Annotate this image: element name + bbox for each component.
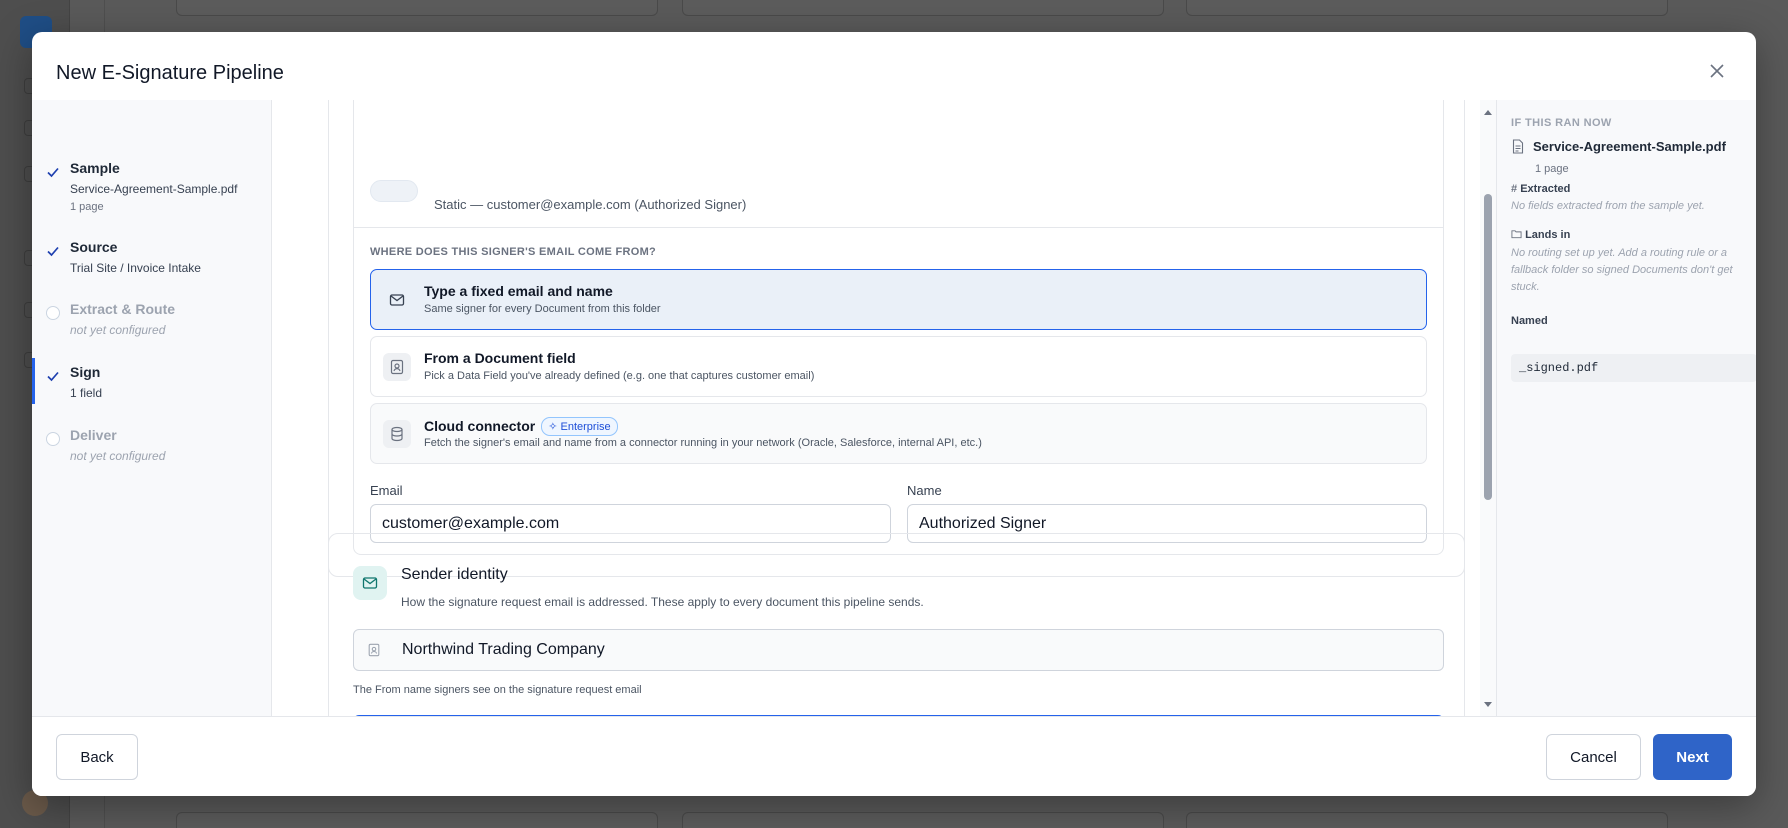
modal-footer: Back Cancel Next (32, 716, 1756, 796)
close-icon[interactable] (1708, 62, 1726, 80)
check-icon (47, 167, 59, 178)
step-name: Sample (70, 160, 120, 176)
extracted-section: # Extracted (1511, 183, 1570, 195)
option-title-text: Cloud connector (424, 418, 536, 434)
database-icon (383, 420, 411, 448)
mail-icon (353, 566, 387, 600)
step-extract-route[interactable]: Extract & Route not yet configured (32, 301, 272, 337)
step-sign[interactable]: Sign 1 field (32, 358, 272, 404)
step-name: Deliver (70, 427, 117, 443)
step-detail: not yet configured (70, 323, 166, 337)
background-card (176, 812, 658, 828)
option-title: Cloud connector ✧ Enterprise (424, 417, 618, 436)
step-deliver[interactable]: Deliver not yet configured (32, 427, 272, 463)
step-detail: Trial Site / Invoice Intake (70, 261, 201, 275)
check-icon (47, 371, 59, 382)
step-name: Sign (70, 364, 101, 380)
lands-in-label: Lands in (1525, 229, 1571, 241)
name-label: Name (907, 483, 942, 498)
preview-pages: 1 page (1535, 163, 1569, 175)
preview-heading: IF THIS RAN NOW (1511, 117, 1612, 129)
named-value: _signed.pdf (1511, 354, 1756, 382)
step-name: Source (70, 239, 118, 255)
step-detail: 1 field (70, 386, 103, 400)
from-name-input-box[interactable] (353, 629, 1444, 671)
contact-card-icon (383, 353, 411, 381)
lands-in-note: No routing set up yet. Add a routing rul… (1511, 247, 1733, 293)
step-source[interactable]: Source Trial Site / Invoice Intake (32, 239, 272, 275)
step-detail: Service-Agreement-Sample.pdf (70, 182, 238, 196)
folder-icon (1511, 230, 1522, 239)
background-card (1186, 0, 1668, 16)
option-cloud-connector[interactable]: Cloud connector ✧ Enterprise Fetch the si… (370, 403, 1427, 464)
preview-file: Service-Agreement-Sample.pdf (1511, 139, 1726, 154)
hash-icon: # (1511, 183, 1518, 195)
preview-file-name: Service-Agreement-Sample.pdf (1533, 139, 1726, 154)
back-button[interactable]: Back (56, 734, 138, 780)
email-label: Email (370, 483, 403, 498)
mail-icon (383, 286, 411, 314)
option-description: Same signer for every Document from this… (424, 303, 661, 315)
section-subtitle: How the signature request email is addre… (401, 595, 924, 609)
named-label: Named (1511, 315, 1548, 327)
main-content: Static — customer@example.com (Authorize… (273, 100, 1496, 716)
signer-panel: Static — customer@example.com (Authorize… (353, 100, 1444, 555)
option-title: Type a fixed email and name (424, 283, 613, 299)
option-document-field[interactable]: From a Document field Pick a Data Field … (370, 336, 1427, 397)
sparkle-icon: ✧ (548, 421, 558, 433)
step-detail: not yet configured (70, 449, 166, 463)
background-card (682, 812, 1164, 828)
wizard-steps: Sample Service-Agreement-Sample.pdf 1 pa… (32, 100, 272, 716)
pipeline-modal: New E-Signature Pipeline Sample Service-… (32, 32, 1756, 796)
option-description: Fetch the signer's email and name from a… (424, 437, 982, 449)
extracted-note: No fields extracted from the sample yet. (1511, 200, 1705, 212)
extracted-label: Extracted (1520, 183, 1571, 195)
vertical-scrollbar[interactable] (1480, 100, 1496, 716)
background-card (682, 0, 1164, 16)
option-title: From a Document field (424, 350, 576, 366)
option-description: Pick a Data Field you've already defined… (424, 370, 815, 382)
scroll-up-arrow-icon[interactable] (1484, 110, 1492, 115)
pending-circle-icon (46, 432, 60, 446)
sender-identity-card: Sender identity How the signature reques… (328, 533, 1465, 716)
step-name: Extract & Route (70, 301, 176, 317)
email-source-question: WHERE DOES THIS SIGNER'S EMAIL COME FROM… (370, 246, 657, 258)
scroll-down-arrow-icon[interactable] (1484, 702, 1492, 707)
scrollbar-thumb[interactable] (1484, 194, 1492, 500)
modal-header: New E-Signature Pipeline (32, 32, 1756, 100)
from-name-field[interactable] (402, 630, 1402, 670)
background-card (176, 0, 658, 16)
pending-circle-icon (46, 306, 60, 320)
lands-in-section: Lands in (1511, 229, 1570, 241)
check-icon (47, 246, 59, 257)
signer-static-summary: Static — customer@example.com (Authorize… (434, 197, 747, 212)
step-meta: 1 page (70, 201, 104, 213)
modal-title: New E-Signature Pipeline (56, 62, 284, 84)
file-icon (1512, 139, 1524, 154)
option-fixed-email[interactable]: Type a fixed email and name Same signer … (370, 269, 1427, 330)
badge-label: Enterprise (560, 421, 611, 433)
step-sample[interactable]: Sample Service-Agreement-Sample.pdf 1 pa… (32, 160, 272, 213)
cancel-button[interactable]: Cancel (1546, 734, 1641, 780)
preview-panel: IF THIS RAN NOW Service-Agreement-Sample… (1496, 100, 1756, 716)
section-title: Sender identity (401, 566, 508, 583)
next-button[interactable]: Next (1653, 734, 1732, 780)
signer-avatar (370, 180, 418, 202)
signer-card: Static — customer@example.com (Authorize… (328, 100, 1465, 577)
enterprise-badge: ✧ Enterprise (541, 417, 618, 436)
background-card (1186, 812, 1668, 828)
contact-card-icon (366, 642, 382, 658)
from-name-help: The From name signers see on the signatu… (353, 684, 642, 696)
signer-summary: Static — customer@example.com (Authorize… (354, 100, 1443, 228)
